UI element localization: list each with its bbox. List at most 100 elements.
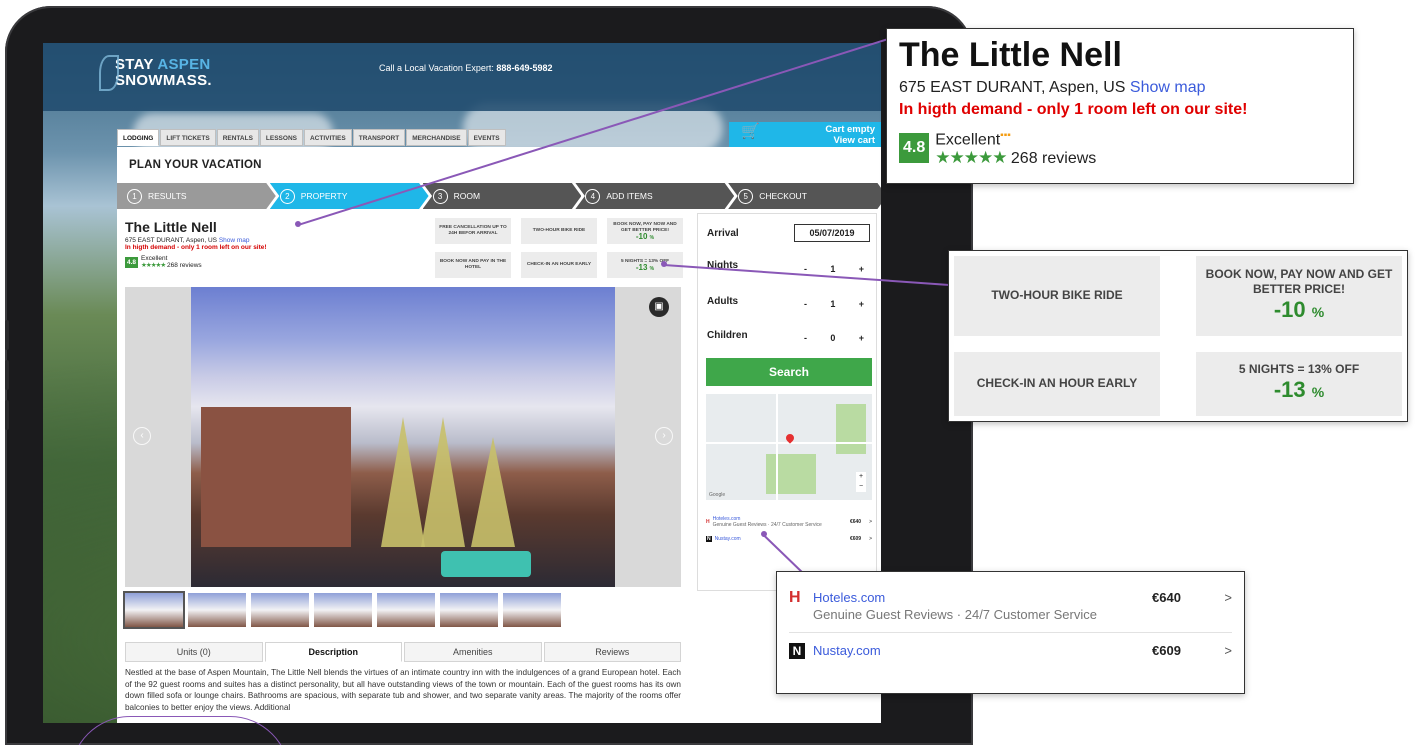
nav-tab-rentals[interactable]: RENTALS — [216, 129, 259, 146]
gallery-thumbnail[interactable] — [251, 593, 309, 627]
callout-rating-label: Excellent — [935, 131, 1001, 149]
perk-pay-in-hotel: BOOK NOW AND PAY IN THE HOTEL — [435, 252, 511, 278]
arrival-label: Arrival — [707, 228, 739, 239]
callout-offer-name: Hoteles.com — [813, 590, 886, 605]
chevron-right-icon: > — [869, 519, 872, 525]
gallery-thumbnail[interactable] — [123, 591, 185, 629]
chevron-right-icon: > — [1224, 590, 1232, 605]
callout-demand-notice: In higth demand - only 1 room left on ou… — [899, 101, 1248, 118]
photo-pool — [441, 551, 531, 577]
page-title: PLAN YOUR VACATION — [129, 159, 262, 171]
main-nav: LODGING LIFT TICKETS RENTALS LESSONS ACT… — [117, 129, 507, 146]
step-checkout[interactable]: 5 CHECKOUT — [728, 183, 881, 209]
main-panel: PLAN YOUR VACATION 1 RESULTS 2 PROPERTY 3R… — [117, 147, 881, 723]
gallery-thumbnail[interactable] — [440, 593, 498, 627]
map-park — [836, 404, 866, 454]
site-header: STAY ASPEN SNOWMASS. Call a Local Vacati… — [43, 43, 881, 111]
step-property[interactable]: 2 PROPERTY — [269, 183, 429, 209]
search-button[interactable]: Search — [706, 358, 872, 386]
callout-star-rating-icon: ★★★★★ — [935, 148, 1007, 168]
step-add-items[interactable]: 4 ADD ITEMS — [575, 183, 735, 209]
callout-offer-hoteles[interactable]: H Hoteles.com Genuine Guest Reviews · 24… — [789, 589, 1232, 623]
callout-rating-score: 4.8 — [899, 132, 930, 163]
tab-description[interactable]: Description — [264, 642, 402, 662]
perks-grid: FREE CANCELLATION UP TO 24H BEFOR ARRIVA… — [435, 218, 683, 278]
logo-swirl-icon — [99, 55, 119, 91]
nav-tab-merchandise[interactable]: MERCHANDISE — [406, 129, 467, 146]
tablet-screen: STAY ASPEN SNOWMASS. Call a Local Vacati… — [43, 43, 881, 723]
adults-minus-button[interactable]: - — [804, 299, 807, 309]
photo-tree — [471, 437, 515, 547]
step-room[interactable]: 3 ROOM — [422, 183, 582, 209]
progress-steps: 1 RESULTS 2 PROPERTY 3 ROOM 4 ADD ITEMS 5 CHE… — [117, 183, 881, 209]
photo-tree — [381, 417, 425, 547]
rating-label: Excellent — [141, 255, 168, 262]
nav-tab-lessons[interactable]: LESSONS — [259, 129, 303, 146]
tablet-side-button — [5, 320, 9, 350]
gallery-fullscreen-icon[interactable]: ▣ — [649, 297, 669, 317]
nav-tab-activities[interactable]: ACTIVITIES — [303, 129, 352, 146]
phone-number[interactable]: 888-649-5982 — [496, 63, 552, 73]
nights-minus-button[interactable]: - — [804, 264, 807, 274]
review-count[interactable]: 268 reviews — [167, 262, 202, 269]
tab-units[interactable]: Units (0) — [125, 642, 263, 662]
nav-tab-transport[interactable]: TRANSPORT — [352, 129, 406, 146]
tablet-side-button — [5, 360, 9, 390]
gallery-prev-icon[interactable]: ‹ — [133, 427, 151, 445]
photo-gallery: ▣ ‹ › — [125, 287, 681, 587]
callout-offer-price: €640 — [1152, 590, 1181, 605]
rating-score: 4.8 — [125, 256, 139, 268]
callout-offer-price: €609 — [1152, 643, 1181, 658]
gallery-thumbnail[interactable] — [188, 593, 246, 627]
thumbnail-strip — [123, 591, 561, 629]
cart-button[interactable]: 🛒 Cart empty View cart — [729, 122, 881, 148]
photo-tree — [421, 417, 465, 547]
adults-label: Adults — [707, 296, 739, 307]
callout-offer-subtitle: Genuine Guest Reviews · 24/7 Customer Se… — [813, 607, 1097, 622]
callout-review-count[interactable]: 268 reviews — [1011, 150, 1096, 167]
callout-offer-nustay[interactable]: N Nustay.com €609 > — [789, 643, 1232, 659]
adults-stepper: - 1 + — [804, 299, 864, 309]
nights-value: 1 — [830, 264, 836, 274]
callout-hotel-summary: The Little Nell 675 EAST DURANT, Aspen, … — [886, 28, 1354, 184]
gallery-next-icon[interactable]: › — [655, 427, 673, 445]
gallery-thumbnail[interactable] — [314, 593, 372, 627]
callout-perk-nights-discount: 5 NIGHTS = 13% OFF -13 % — [1196, 351, 1402, 416]
callout-hotel-address: 675 EAST DURANT, Aspen, US Show map — [899, 79, 1206, 96]
callout-anchor-dot — [761, 531, 767, 537]
adults-value: 1 — [830, 299, 836, 309]
callout-offers: H Hoteles.com Genuine Guest Reviews · 24… — [776, 571, 1245, 694]
show-map-link[interactable]: Show map — [219, 237, 250, 244]
tab-amenities[interactable]: Amenities — [404, 642, 542, 662]
perk-bike-ride: TWO-HOUR BIKE RIDE — [521, 218, 597, 244]
adults-plus-button[interactable]: + — [859, 299, 864, 309]
demand-notice: In higth demand - only 1 room left on ou… — [125, 244, 267, 251]
hotel-photo[interactable] — [191, 287, 615, 587]
description-tabs: Units (0) Description Amenities Reviews — [125, 642, 681, 662]
gallery-thumbnail[interactable] — [377, 593, 435, 627]
nav-tab-lift-tickets[interactable]: LIFT TICKETS — [160, 129, 216, 146]
gallery-thumbnail[interactable] — [503, 593, 561, 627]
children-minus-button[interactable]: - — [804, 333, 807, 343]
nights-plus-button[interactable]: + — [859, 264, 864, 274]
hoteles-logo-icon: H — [789, 589, 801, 606]
hotel-description: Nestled at the base of Aspen Mountain, T… — [125, 668, 681, 712]
nights-stepper: - 1 + — [804, 264, 864, 274]
tab-reviews[interactable]: Reviews — [543, 642, 681, 662]
step-results[interactable]: 1 RESULTS — [117, 183, 276, 209]
offer-name: Nustay.com — [714, 536, 741, 542]
site-logo[interactable]: STAY ASPEN SNOWMASS. — [99, 55, 212, 91]
callout-show-map-link[interactable]: Show map — [1130, 79, 1206, 96]
nav-tab-lodging[interactable]: LODGING — [117, 129, 160, 146]
offer-row-hoteles[interactable]: H Hoteles.com Genuine Guest Reviews · 24/… — [706, 516, 872, 528]
nustay-logo-icon: N — [706, 536, 712, 542]
children-plus-button[interactable]: + — [859, 333, 864, 343]
map-road — [776, 394, 778, 500]
offer-price: €609 — [849, 536, 862, 542]
map-zoom-control[interactable]: + − — [856, 472, 866, 492]
offer-row-nustay[interactable]: N Nustay.com €609 > — [706, 536, 872, 542]
arrival-date-input[interactable]: 05/07/2019 — [794, 224, 870, 242]
nav-tab-events[interactable]: EVENTS — [467, 129, 506, 146]
location-map[interactable]: + − Google — [706, 394, 872, 500]
children-stepper: - 0 + — [804, 333, 864, 343]
